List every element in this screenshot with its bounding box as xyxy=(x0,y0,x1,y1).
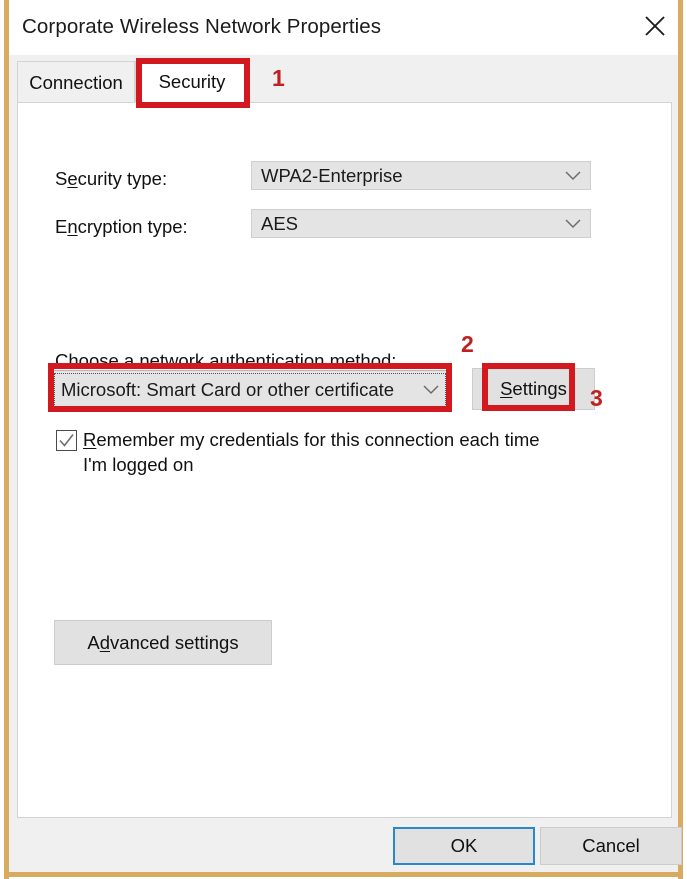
chevron-down-icon xyxy=(556,170,590,181)
network-properties-dialog: Corporate Wireless Network Properties Co… xyxy=(9,0,682,872)
settings-button[interactable]: Settings xyxy=(472,368,595,410)
encryption-type-label: Encryption type: xyxy=(55,216,188,238)
window-title: Corporate Wireless Network Properties xyxy=(22,15,382,38)
capture-frame-right xyxy=(678,0,683,879)
security-type-value: WPA2-Enterprise xyxy=(261,164,403,186)
close-icon xyxy=(642,13,668,39)
settings-button-label: Settings xyxy=(500,378,567,400)
remember-credentials-label: Remember my credentials for this connect… xyxy=(83,427,553,477)
ok-button[interactable]: OK xyxy=(393,827,535,865)
advanced-settings-label: Advanced settings xyxy=(87,632,238,654)
auth-method-combo[interactable]: Microsoft: Smart Card or other certifica… xyxy=(51,370,449,410)
tab-strip: Connection Security xyxy=(9,55,678,103)
remember-credentials-checkbox[interactable] xyxy=(56,430,77,451)
cancel-button[interactable]: Cancel xyxy=(540,827,682,865)
security-type-label-pre: S xyxy=(55,168,68,189)
annotation-number-3: 3 xyxy=(590,385,603,411)
settings-button-label-post: ettings xyxy=(512,378,567,399)
advanced-label-post: vanced settings xyxy=(110,631,239,653)
annotation-number-1: 1 xyxy=(272,65,285,91)
advanced-settings-button[interactable]: Advanced settings xyxy=(54,620,272,665)
tab-security-label: Security xyxy=(158,71,226,92)
remember-label-post: emember my credentials for this connecti… xyxy=(83,429,540,475)
remember-label-accel: R xyxy=(83,429,97,450)
cancel-button-label: Cancel xyxy=(582,835,640,856)
tab-connection[interactable]: Connection xyxy=(17,61,135,103)
screenshot-root: Corporate Wireless Network Properties Co… xyxy=(0,0,687,879)
auth-method-label: Choose a network authentication method: xyxy=(55,350,397,371)
advanced-label-pre: A xyxy=(87,631,100,653)
annotation-number-2: 2 xyxy=(461,331,474,357)
auth-method-value: Microsoft: Smart Card or other certifica… xyxy=(61,379,395,400)
encryption-type-label-post: cryption type: xyxy=(77,216,188,237)
security-type-label-post: curity type: xyxy=(77,168,168,189)
security-type-label: Security type: xyxy=(55,168,167,190)
advanced-label-accel: d xyxy=(99,631,111,653)
close-button[interactable] xyxy=(631,0,678,52)
encryption-type-combo[interactable]: AES xyxy=(251,209,591,238)
encryption-type-label-accel: n xyxy=(67,216,78,237)
encryption-type-label-pre: E xyxy=(55,216,68,237)
encryption-type-value: AES xyxy=(261,212,299,234)
security-type-combo[interactable]: WPA2-Enterprise xyxy=(251,161,591,190)
ok-button-label: OK xyxy=(450,835,478,856)
tab-connection-label: Connection xyxy=(29,71,123,93)
title-bar: Corporate Wireless Network Properties xyxy=(9,0,678,55)
security-type-label-accel: e xyxy=(67,168,78,189)
capture-frame-bottom xyxy=(4,872,683,877)
checkmark-icon xyxy=(59,434,74,447)
chevron-down-icon xyxy=(556,218,590,229)
chevron-down-icon xyxy=(414,385,448,395)
tab-security[interactable]: Security xyxy=(135,61,249,103)
settings-button-accel: S xyxy=(500,378,513,399)
